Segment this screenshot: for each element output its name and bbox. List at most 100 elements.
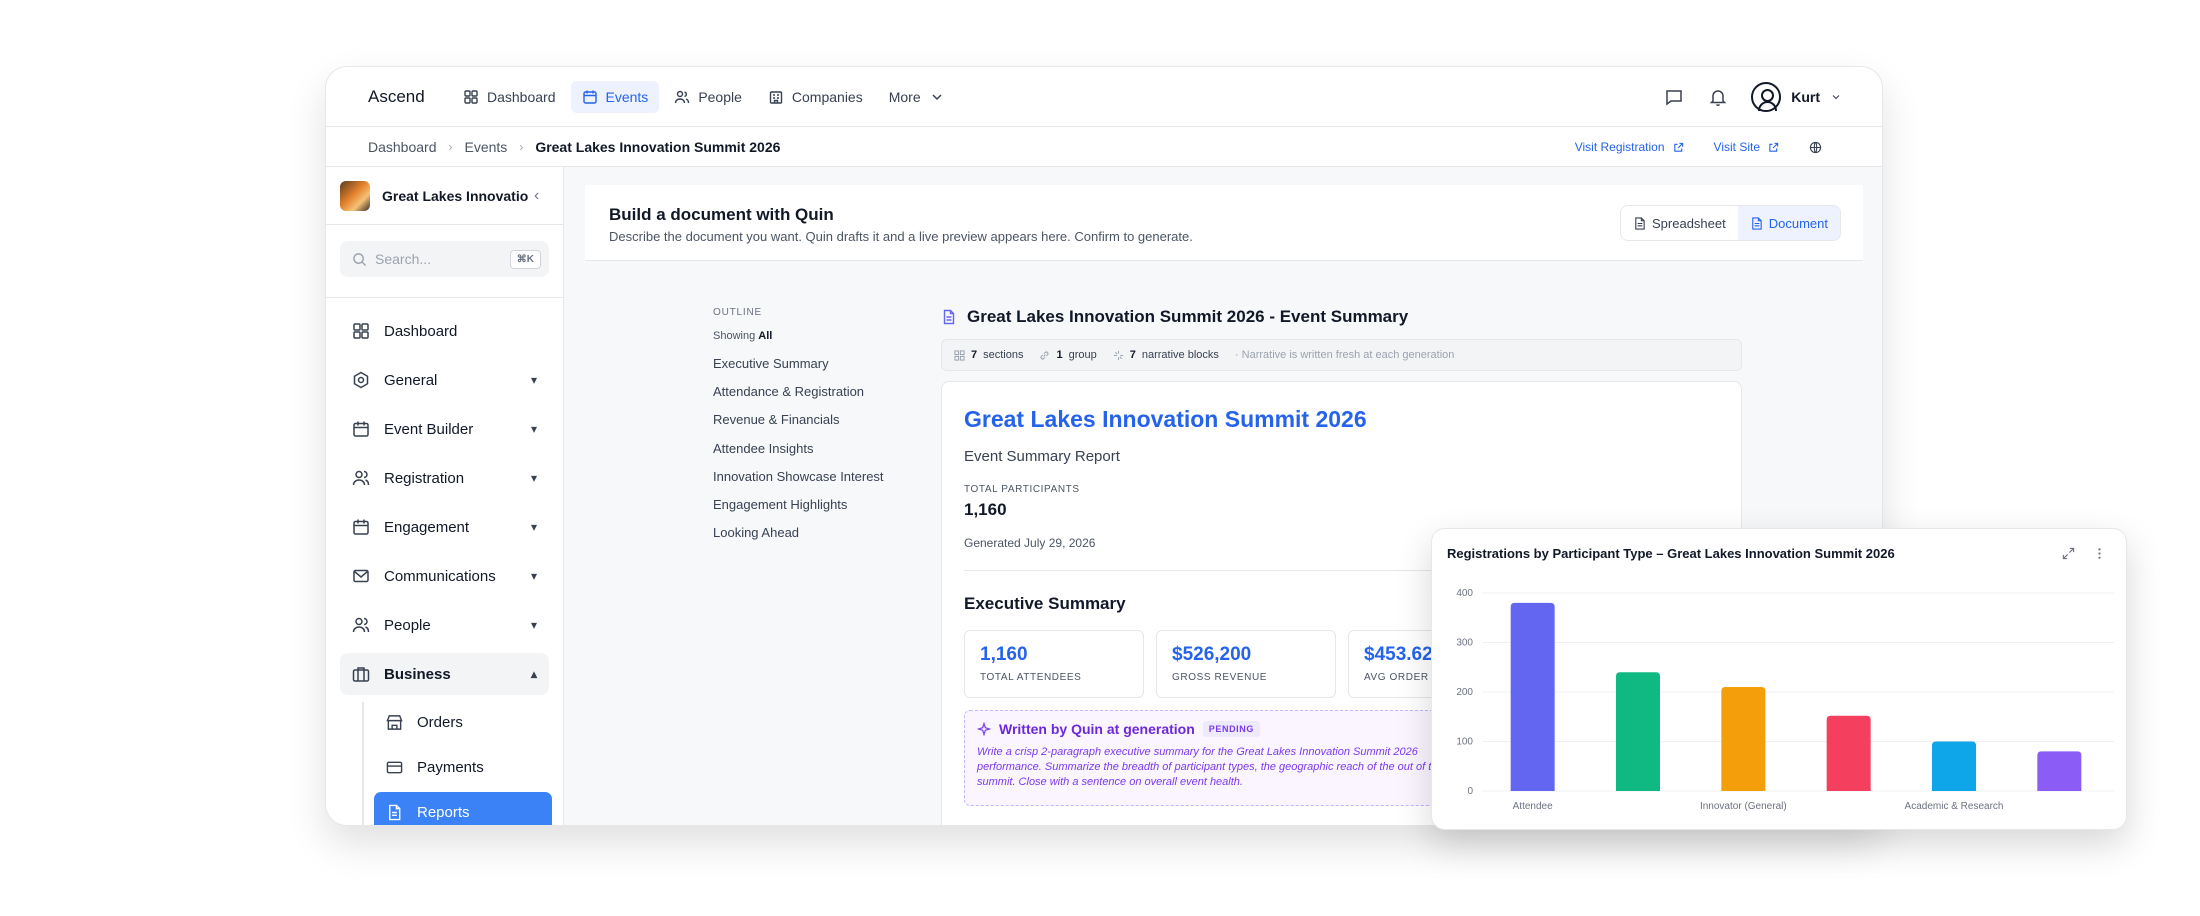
chat-button[interactable] — [1663, 86, 1685, 108]
mail-icon — [353, 569, 369, 583]
document-icon — [943, 309, 955, 325]
sidebar-item-label: Business — [384, 665, 451, 683]
sidebar-item-engagement[interactable]: Engagement ▾ — [340, 506, 549, 548]
outline-item[interactable]: Revenue & Financials — [713, 412, 913, 440]
sidebar-item-event-builder[interactable]: Event Builder ▾ — [340, 408, 549, 450]
outline-item[interactable]: Attendance & Registration — [713, 384, 913, 412]
sections-meta: 7 sections — [954, 349, 1023, 361]
bar[interactable] — [1932, 741, 1976, 792]
outline-item[interactable]: Engagement Highlights — [713, 497, 913, 525]
language-button[interactable] — [1809, 141, 1822, 154]
outline-label: OUTLINE — [713, 307, 762, 318]
sidebar-item-business[interactable]: Business ▴ — [340, 653, 549, 695]
sidebar-item-orders[interactable]: Orders — [374, 702, 552, 742]
status-badge: PENDING — [1202, 721, 1260, 737]
grid-icon — [954, 349, 965, 361]
stat-value: 1,160 — [980, 644, 1028, 665]
sparkle-icon — [977, 722, 991, 736]
users-icon — [352, 617, 370, 633]
visit-registration-label: Visit Registration — [1574, 140, 1665, 154]
outline-item[interactable]: Attendee Insights — [713, 441, 913, 469]
sidebar-item-label: Orders — [417, 713, 463, 731]
document-title: Great Lakes Innovation Summit 2026 — [964, 406, 1367, 432]
divider — [326, 297, 563, 298]
bar[interactable] — [1826, 715, 1871, 791]
x-tick-label: Attendee — [1513, 801, 1553, 812]
sidebar-item-label: Payments — [417, 758, 484, 776]
search-input[interactable]: Search... ⌘K — [340, 241, 549, 277]
stat-card: $526,200 GROSS REVENUE — [1156, 630, 1336, 698]
chart-card: Registrations by Participant Type – Grea… — [1431, 528, 2127, 830]
logo[interactable]: Ascend — [368, 87, 436, 107]
nav-events[interactable]: Events — [570, 80, 660, 113]
group-count: 1 — [1056, 349, 1063, 361]
bar[interactable] — [1721, 687, 1766, 791]
chevron-left-icon[interactable]: ‹ — [534, 187, 539, 205]
group-meta: 1 group — [1039, 349, 1097, 361]
stat-label: GROSS REVENUE — [1172, 672, 1268, 683]
narrative-count: 7 — [1129, 349, 1136, 361]
x-tick-label: Academic & Research — [1905, 801, 2004, 812]
spreadsheet-label: Spreadsheet — [1652, 215, 1726, 231]
sidebar-item-people[interactable]: People ▾ — [340, 604, 549, 646]
builder-title: Build a document with Quin — [609, 205, 834, 224]
notifications-button[interactable] — [1707, 86, 1729, 108]
outline-filter[interactable]: Showing All — [713, 330, 913, 342]
builder-header: Build a document with Quin Describe the … — [585, 185, 1863, 261]
top-nav: Ascend Dashboard Events People Companies… — [326, 67, 1882, 127]
outline-item[interactable]: Innovation Showcase Interest — [713, 469, 913, 497]
document-header: Great Lakes Innovation Summit 2026 - Eve… — [941, 307, 1408, 327]
document-label: Document — [1768, 215, 1828, 231]
y-tick-label: 0 — [1467, 786, 1473, 797]
bar[interactable] — [1510, 602, 1555, 791]
nav-people[interactable]: People — [663, 81, 753, 113]
breadcrumb: Dashboard › Events › Great Lakes Innovat… — [326, 127, 1882, 167]
outline-panel: OUTLINE Showing All Executive Summary At… — [713, 307, 913, 553]
chevron-down-icon: ▾ — [530, 471, 537, 485]
bar[interactable] — [1616, 672, 1660, 791]
chevron-down-icon: ▾ — [530, 422, 537, 436]
breadcrumb-dashboard[interactable]: Dashboard — [368, 139, 437, 155]
document-icon — [1751, 216, 1762, 230]
bar[interactable] — [2037, 751, 2082, 791]
outline-filter-value: All — [758, 330, 773, 342]
breadcrumb-links: Visit Registration Visit Site — [1575, 127, 1822, 167]
stat-value: $526,200 — [1172, 644, 1252, 665]
breadcrumb-events[interactable]: Events — [465, 139, 508, 155]
visit-site-link[interactable]: Visit Site — [1714, 140, 1779, 154]
spreadsheet-toggle[interactable]: Spreadsheet — [1621, 206, 1738, 240]
document-header-title: Great Lakes Innovation Summit 2026 - Eve… — [967, 307, 1409, 326]
outline-item[interactable]: Looking Ahead — [713, 525, 913, 553]
sidebar-item-label: Engagement — [384, 518, 470, 536]
nav-events-label: Events — [605, 88, 649, 105]
sidebar-item-dashboard[interactable]: Dashboard — [340, 310, 549, 352]
sidebar-item-general[interactable]: General ▾ — [340, 359, 549, 401]
quin-title: Written by Quin at generation — [999, 721, 1195, 737]
sidebar-item-communications[interactable]: Communications ▾ — [340, 555, 549, 597]
narrative-label: narrative blocks — [1141, 349, 1219, 361]
nav-companies[interactable]: Companies — [757, 81, 874, 113]
nav-dashboard[interactable]: Dashboard — [452, 81, 567, 113]
narrative-meta: 7 narrative blocks — [1113, 349, 1219, 361]
sidebar-item-registration[interactable]: Registration ▾ — [340, 457, 549, 499]
sidebar-item-payments[interactable]: Payments — [374, 747, 552, 787]
breadcrumb-current: Great Lakes Innovation Summit 2026 — [535, 138, 781, 155]
sidebar-item-label: Event Builder — [384, 420, 474, 438]
user-menu[interactable]: Kurt — [1751, 82, 1842, 112]
business-submenu: Orders Payments Reports — [362, 702, 563, 825]
visit-registration-link[interactable]: Visit Registration — [1575, 140, 1684, 154]
nav-people-label: People — [698, 88, 742, 105]
y-tick-label: 400 — [1456, 588, 1473, 599]
sidebar-item-label: General — [384, 371, 438, 389]
sidebar-item-reports[interactable]: Reports — [374, 792, 552, 825]
generated-date: Generated July 29, 2026 — [964, 536, 1096, 550]
building-icon — [769, 90, 783, 104]
document-toggle[interactable]: Document — [1737, 206, 1840, 240]
sidebar-item-label: Communications — [384, 567, 496, 585]
store-icon — [386, 714, 403, 730]
chevron-down-icon: ▾ — [530, 618, 537, 632]
nav-more[interactable]: More — [878, 81, 956, 113]
nav-dashboard-label: Dashboard — [487, 88, 556, 105]
credit-card-icon — [386, 761, 403, 773]
outline-item[interactable]: Executive Summary — [713, 356, 913, 384]
